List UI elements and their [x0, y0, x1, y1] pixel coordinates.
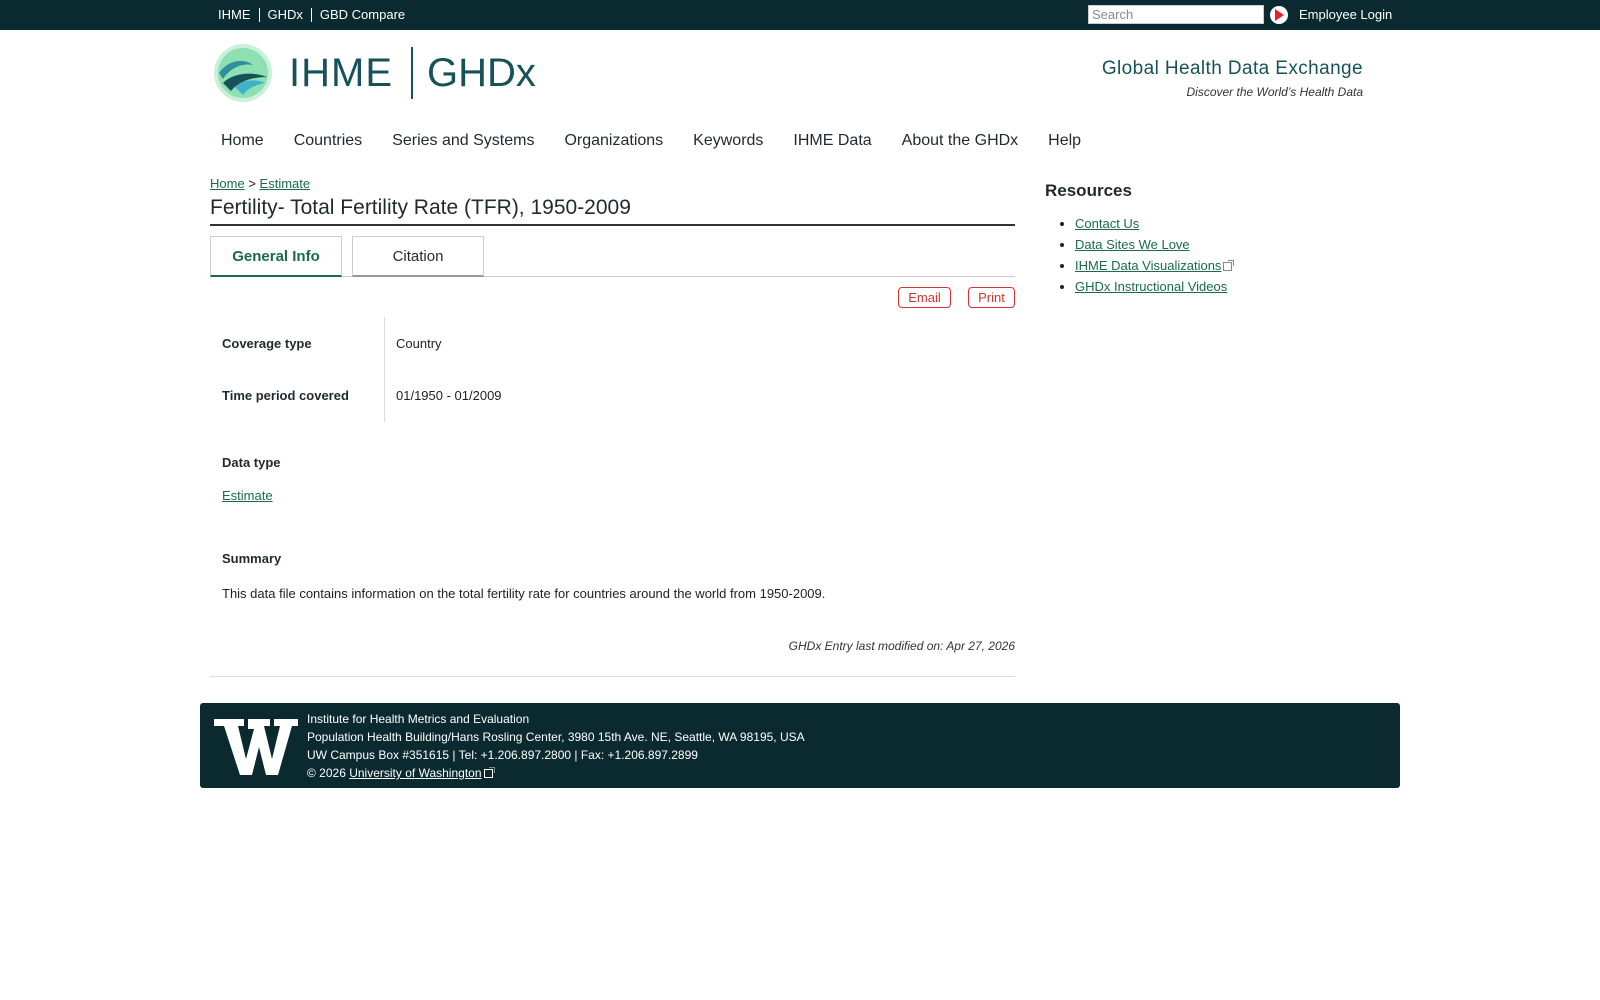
list-item: Data Sites We Love — [1075, 237, 1232, 258]
summary-label: Summary — [222, 551, 282, 566]
ihme-logo-icon — [214, 44, 272, 102]
site-logo[interactable]: IHME GHDx — [213, 43, 536, 103]
search-submit-icon[interactable] — [1270, 6, 1288, 24]
footer-line-institute: Institute for Health Metrics and Evaluat… — [307, 712, 530, 726]
tab-general-info[interactable]: General Info — [210, 236, 342, 277]
list-item: GHDx Instructional Videos — [1075, 279, 1232, 300]
nav-organizations[interactable]: Organizations — [564, 132, 663, 150]
site-tagline: Global Health Data Exchange Discover the… — [1102, 58, 1363, 99]
field-label-time-period: Time period covered — [222, 387, 349, 403]
field-row: Coverage type Country — [222, 317, 1012, 369]
resources-list: Contact Us Data Sites We Love IHME Data … — [1075, 216, 1235, 300]
logo-divider — [411, 47, 413, 99]
footer-uw-link[interactable]: University of Washington — [349, 766, 481, 780]
nav-countries[interactable]: Countries — [294, 132, 362, 150]
external-link-icon — [1223, 260, 1235, 271]
footer-copyright: © 2026 — [307, 766, 346, 780]
top-link-ghdx[interactable]: GHDx — [260, 8, 312, 22]
external-link-icon — [483, 767, 495, 778]
employee-login-link[interactable]: Employee Login — [1299, 7, 1392, 22]
main-nav: Home Countries Series and Systems Organi… — [221, 132, 1111, 150]
logo-ghdx-text: GHDx — [427, 50, 536, 95]
nav-series-and-systems[interactable]: Series and Systems — [392, 132, 534, 150]
nav-keywords[interactable]: Keywords — [693, 132, 763, 150]
breadcrumb-separator: > — [248, 176, 256, 191]
tab-bar: General Info Citation — [210, 236, 1015, 277]
footer-address: Institute for Health Metrics and Evaluat… — [307, 710, 805, 782]
print-button[interactable]: Print — [968, 287, 1015, 308]
field-value-coverage-type: Country — [396, 335, 442, 351]
tab-citation[interactable]: Citation — [352, 236, 484, 277]
top-bar: IHME GHDx GBD Compare Employee Login — [0, 0, 1600, 30]
field-label-coverage-type: Coverage type — [222, 335, 312, 351]
data-type-label: Data type — [222, 455, 281, 470]
footer: Institute for Health Metrics and Evaluat… — [200, 703, 1400, 788]
fields-table: Coverage type Country Time period covere… — [222, 317, 1012, 421]
footer-line-contact: UW Campus Box #351615 | Tel: +1.206.897.… — [307, 748, 698, 762]
uw-w-logo-icon — [214, 719, 298, 775]
data-type-link[interactable]: Estimate — [222, 488, 273, 503]
tagline-sub: Discover the World’s Health Data — [1186, 85, 1363, 99]
summary-text: This data file contains information on t… — [222, 586, 826, 601]
list-item: Contact Us — [1075, 216, 1232, 237]
resource-contact-us[interactable]: Contact Us — [1075, 216, 1139, 231]
top-link-ihme[interactable]: IHME — [211, 8, 260, 22]
resource-data-sites[interactable]: Data Sites We Love — [1075, 237, 1190, 252]
list-item: IHME Data Visualizations — [1075, 258, 1235, 279]
email-button[interactable]: Email — [898, 287, 951, 308]
nav-ihme-data[interactable]: IHME Data — [793, 132, 871, 150]
resource-ihme-visualizations[interactable]: IHME Data Visualizations — [1075, 258, 1221, 273]
field-row: Time period covered 01/1950 - 01/2009 — [222, 369, 1012, 421]
breadcrumb-estimate[interactable]: Estimate — [260, 176, 311, 191]
page-title: Fertility- Total Fertility Rate (TFR), 1… — [210, 196, 1015, 226]
breadcrumb-home[interactable]: Home — [210, 176, 245, 191]
field-value-time-period: 01/1950 - 01/2009 — [396, 387, 502, 403]
footer-line-copyright: © 2026 University of Washington — [307, 764, 805, 782]
breadcrumb: Home > Estimate — [210, 176, 310, 191]
top-links: IHME GHDx GBD Compare — [211, 0, 413, 30]
tagline-main: Global Health Data Exchange — [1101, 58, 1363, 79]
nav-help[interactable]: Help — [1048, 132, 1081, 150]
search-input[interactable] — [1088, 5, 1264, 24]
resources-title: Resources — [1045, 181, 1132, 200]
content-divider — [210, 676, 1015, 677]
nav-about-ghdx[interactable]: About the GHDx — [902, 132, 1019, 150]
nav-home[interactable]: Home — [221, 132, 264, 150]
top-link-gbd-compare[interactable]: GBD Compare — [312, 8, 413, 22]
logo-ihme-text: IHME — [289, 50, 393, 95]
last-modified: GHDx Entry last modified on: Apr 27, 202… — [788, 639, 1015, 653]
resource-instructional-videos[interactable]: GHDx Instructional Videos — [1075, 279, 1227, 294]
footer-line-address: Population Health Building/Hans Rosling … — [307, 730, 805, 744]
